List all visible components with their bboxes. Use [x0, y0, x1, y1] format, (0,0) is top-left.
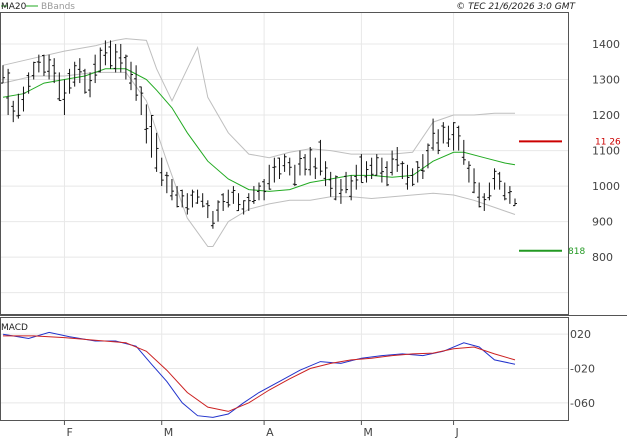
x-tick-label: M: [164, 426, 174, 439]
macd-y-tick-label: -020: [570, 363, 595, 376]
price-y-tick-label: 1000: [592, 180, 620, 193]
price-y-tick-label: 900: [592, 216, 613, 229]
chart-background: [0, 0, 627, 440]
ma20-legend-label: MA20: [1, 2, 27, 12]
price-y-tick-label: 1400: [592, 38, 620, 51]
price-y-tick-label: 800: [592, 251, 613, 264]
x-tick-label: F: [66, 426, 72, 439]
macd-y-tick-label: 020: [570, 328, 591, 341]
x-tick-label: A: [266, 426, 274, 439]
resistance-label: 11 26: [595, 137, 621, 147]
x-tick-label: J: [455, 426, 459, 439]
price-y-tick-label: 1300: [592, 74, 620, 87]
technical-chart: 80090010001100120013001400 -060-020020 F…: [0, 0, 627, 440]
x-tick-label: M: [363, 426, 373, 439]
chart-canvas: 800 900 1000 1100 1200 1300 1400 -060 -020 020 F…: [0, 0, 627, 440]
bbands-legend-label: BBands: [41, 2, 75, 12]
support-label: 818: [568, 247, 585, 257]
macd-y-tick-label: -060: [570, 397, 595, 410]
copyright-text: © TEC 21/6/2026 3:0 GMT: [456, 2, 576, 12]
price-y-tick-label: 1200: [592, 109, 620, 122]
macd-title: MACD: [1, 323, 28, 333]
